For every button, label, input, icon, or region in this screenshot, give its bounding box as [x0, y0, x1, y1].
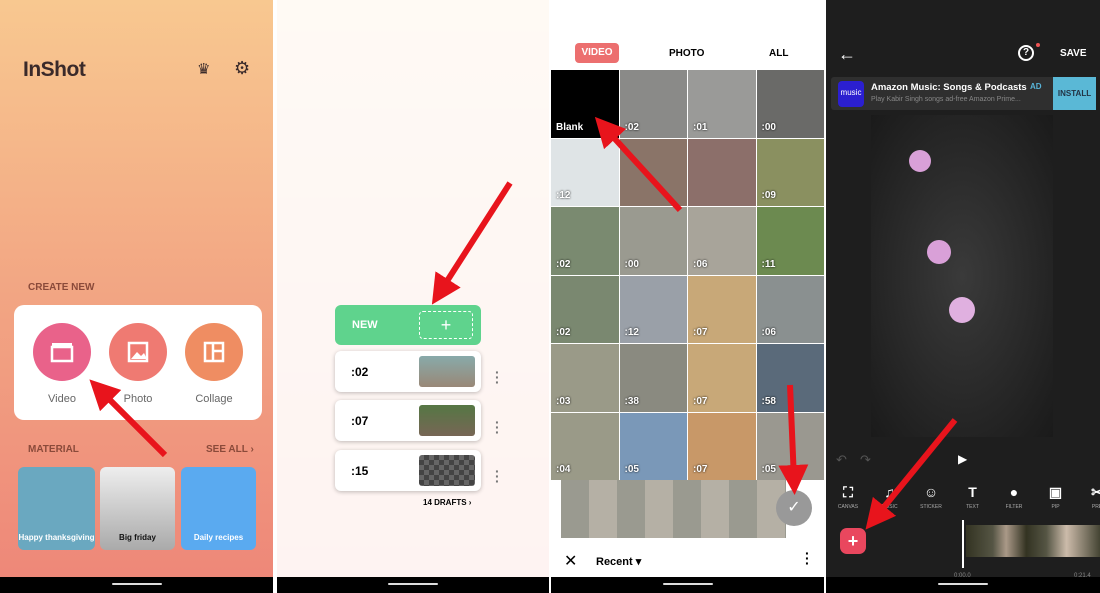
arrow — [89, 379, 168, 458]
arrow — [778, 384, 809, 495]
arrow — [431, 181, 513, 305]
arrow — [865, 418, 958, 530]
annotation-arrows — [89, 116, 958, 530]
arrow — [594, 116, 683, 213]
